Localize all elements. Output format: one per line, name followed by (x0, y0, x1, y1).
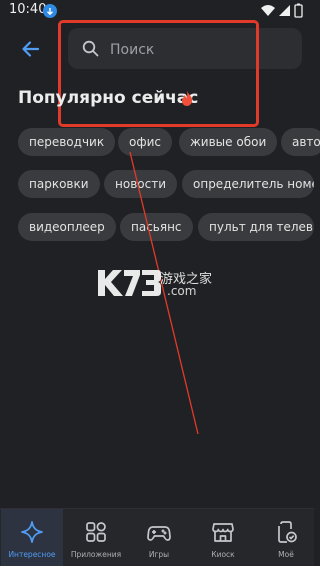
search-icon (82, 40, 99, 61)
search-bar[interactable] (68, 28, 302, 69)
watermark-domain: .com (167, 284, 197, 298)
back-button[interactable] (18, 36, 44, 62)
nav-item-games[interactable]: Игры (128, 509, 190, 566)
wifi-icon (261, 5, 275, 16)
nav-label: Моё (278, 550, 294, 559)
my-apps-icon (278, 521, 297, 543)
search-chip[interactable]: пульт для телевизора (198, 213, 314, 241)
nav-item-kiosk[interactable]: Киоск (192, 509, 254, 566)
watermark-logo (98, 270, 161, 296)
search-chip[interactable]: авто (281, 128, 320, 156)
search-chip[interactable]: определитель номера (182, 170, 314, 198)
search-chip[interactable]: живые обои (179, 128, 278, 156)
nav-label: Приложения (70, 550, 122, 559)
status-time: 10:40 (9, 2, 47, 17)
system-icons (260, 3, 306, 23)
search-chip[interactable]: офис (118, 128, 172, 156)
nav-item-mine[interactable]: Моё (255, 509, 317, 566)
status-bar: 10:40 (0, 0, 314, 22)
battery-icon (294, 3, 303, 18)
section-title: Популярно сейчас (18, 88, 199, 108)
back-arrow-icon (22, 41, 40, 57)
fire-icon (180, 90, 194, 111)
nav-label: Киоск (211, 550, 235, 559)
search-chip[interactable]: парковки (18, 170, 100, 198)
search-chip[interactable]: видеоплеер (18, 213, 116, 241)
apps-grid-icon (86, 522, 106, 542)
nav-item-apps[interactable]: Приложения (65, 509, 127, 566)
nav-label: Игры (148, 550, 170, 559)
sparkle-icon (21, 521, 43, 543)
bottom-navigation: Интересное Приложения Игры Киоск Моё (0, 508, 314, 566)
search-chip[interactable]: переводчик (18, 128, 116, 156)
nav-label: Интересное (8, 550, 56, 559)
store-icon (212, 523, 234, 542)
search-chip[interactable]: пасьянс (120, 213, 193, 241)
download-notification-icon (43, 4, 57, 18)
search-chip[interactable]: новости (104, 170, 177, 198)
nav-item-interesting[interactable]: Интересное (1, 509, 63, 566)
search-input[interactable] (108, 38, 292, 62)
signal-icon (279, 5, 290, 16)
gamepad-icon (147, 526, 171, 541)
